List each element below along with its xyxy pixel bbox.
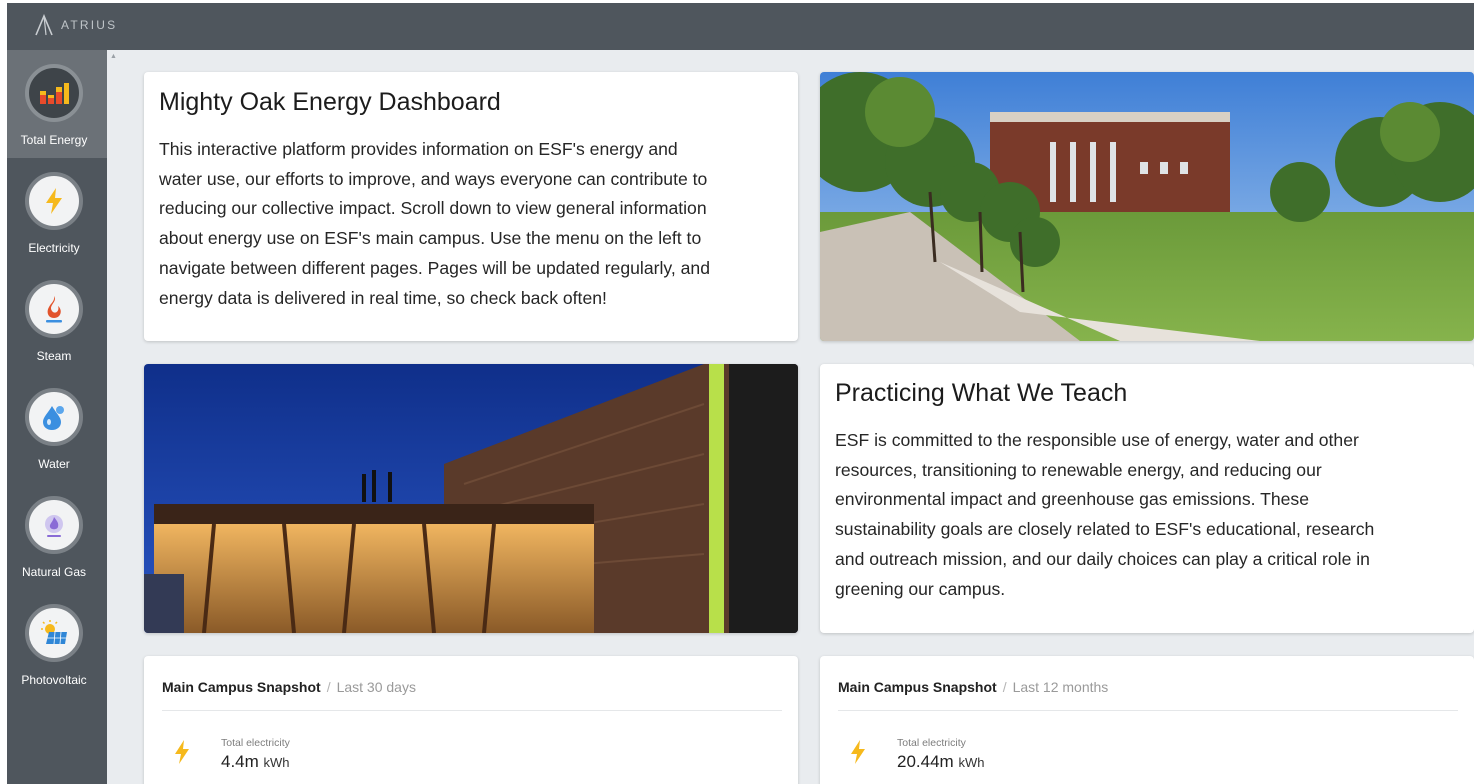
atrius-logo-icon	[35, 14, 53, 36]
sidebar-item-electricity[interactable]: Electricity	[7, 158, 107, 266]
snapshot-separator: /	[1002, 679, 1007, 695]
sidebar-item-label: Photovoltaic	[21, 673, 87, 687]
metric-number: 4.4m	[221, 752, 259, 771]
snapshot-header: Main Campus Snapshot / Last 30 days	[162, 679, 416, 695]
sidebar-item-label: Natural Gas	[21, 565, 87, 579]
metric-value: 20.44m kWh	[897, 752, 984, 772]
snapshot-title: Main Campus Snapshot	[838, 679, 997, 695]
section-title: Practicing What We Teach	[835, 379, 1128, 407]
snapshot-card-12-months: Main Campus Snapshot / Last 12 months Tota…	[820, 656, 1474, 784]
intro-text: This interactive platform provides infor…	[159, 139, 710, 308]
sidebar-item-label: Electricity	[28, 241, 80, 255]
bar-chart-icon	[25, 64, 83, 122]
snapshot-title: Main Campus Snapshot	[162, 679, 321, 695]
solar-panel-icon	[25, 604, 83, 662]
practice-text: ESF is committed to the responsible use …	[835, 430, 1375, 599]
sidebar-nav: Total Energy Electricity Steam Water Nat…	[7, 50, 107, 784]
snapshot-range: Last 30 days	[336, 679, 416, 695]
metric-label: Total electricity	[221, 737, 290, 749]
sidebar-item-label: Water	[38, 457, 70, 471]
lightning-bolt-icon	[25, 172, 83, 230]
practice-card: Practicing What We Teach ESF is committe…	[820, 364, 1474, 633]
lightning-bolt-icon	[850, 740, 866, 769]
gas-flame-icon	[25, 496, 83, 554]
metric-unit: kWh	[263, 755, 290, 770]
sidebar-item-photovoltaic[interactable]: Photovoltaic	[7, 590, 107, 698]
snapshot-card-30-days: Main Campus Snapshot / Last 30 days Total …	[144, 656, 798, 784]
sidebar-item-label: Steam	[36, 349, 72, 363]
sidebar-item-natural-gas[interactable]: Natural Gas	[7, 482, 107, 590]
sidebar-item-total-energy[interactable]: Total Energy	[7, 50, 107, 158]
scroll-up-arrow-icon[interactable]: ▲	[110, 53, 117, 60]
main-content[interactable]: ▲ Mighty Oak Energy Dashboard This inter…	[107, 50, 1474, 784]
divider	[838, 710, 1458, 711]
snapshot-header: Main Campus Snapshot / Last 12 months	[838, 679, 1108, 695]
snapshot-range: Last 12 months	[1012, 679, 1109, 695]
page-title: Mighty Oak Energy Dashboard	[159, 88, 501, 116]
snapshot-separator: /	[326, 679, 331, 695]
metric-value: 4.4m kWh	[221, 752, 290, 772]
sidebar-item-water[interactable]: Water	[7, 374, 107, 482]
brand-name: ATRIUS	[61, 18, 118, 32]
gateway-center-photo	[144, 364, 798, 633]
metric-unit: kWh	[958, 755, 985, 770]
metric-number: 20.44m	[897, 752, 954, 771]
lightning-bolt-icon	[174, 740, 190, 769]
flame-icon	[25, 280, 83, 338]
divider	[162, 710, 782, 711]
sidebar-item-label: Total Energy	[20, 133, 88, 147]
sidebar-item-steam[interactable]: Steam	[7, 266, 107, 374]
water-drop-icon	[25, 388, 83, 446]
metric-label: Total electricity	[897, 737, 966, 749]
atrius-logo[interactable]: ATRIUS	[33, 14, 117, 36]
campus-building-photo	[820, 72, 1474, 341]
top-bar: ATRIUS	[7, 3, 1474, 50]
intro-card: Mighty Oak Energy Dashboard This interac…	[144, 72, 798, 341]
